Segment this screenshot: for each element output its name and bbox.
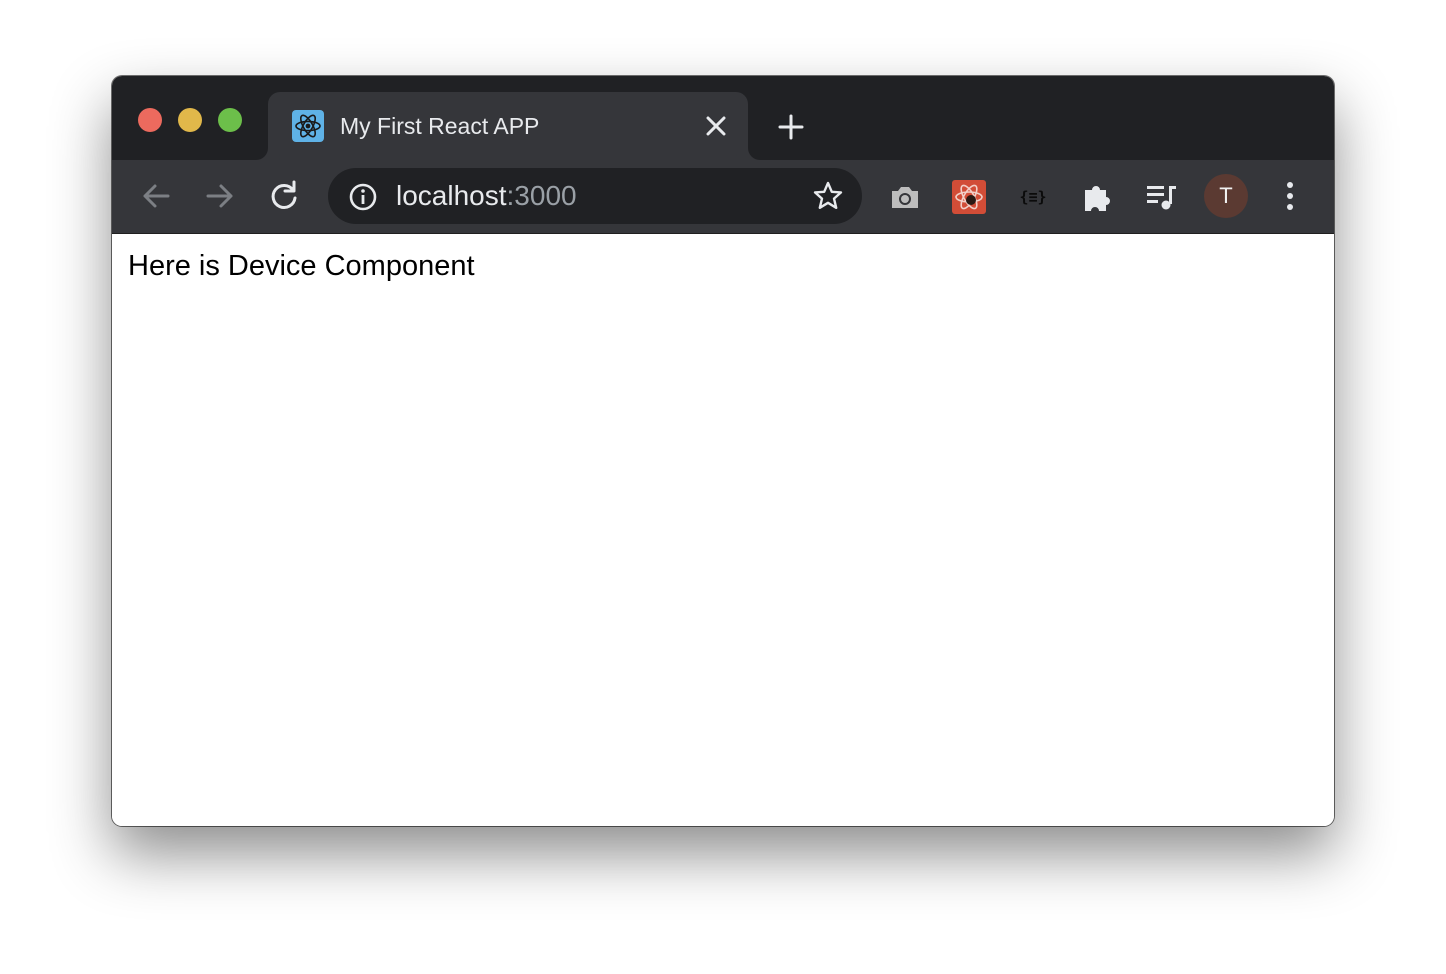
reload-icon[interactable]: [266, 178, 302, 214]
screen: My First React APP localhost:3000 {≡} T …: [0, 0, 1446, 974]
react-devtools-icon[interactable]: [952, 180, 986, 214]
close-icon[interactable]: [704, 114, 728, 138]
tab-active[interactable]: My First React APP: [268, 92, 748, 160]
puzzle-icon[interactable]: [1080, 180, 1114, 214]
arrow-left-icon[interactable]: [138, 178, 174, 214]
browser-window: My First React APP localhost:3000 {≡} T …: [112, 76, 1334, 826]
camera-icon[interactable]: [888, 180, 922, 214]
tab-strip: My First React APP: [112, 76, 1334, 160]
window-maximize-button[interactable]: [218, 108, 242, 132]
tab-title: My First React APP: [340, 113, 540, 139]
toolbar: localhost:3000 {≡} T: [112, 160, 1334, 234]
window-minimize-button[interactable]: [178, 108, 202, 132]
page-text: Here is Device Component: [128, 250, 475, 282]
json-formatter-icon[interactable]: {≡}: [1016, 180, 1050, 214]
url-text: localhost:3000: [396, 180, 577, 212]
window-close-button[interactable]: [138, 108, 162, 132]
media-playlist-icon[interactable]: [1144, 180, 1178, 214]
profile-avatar[interactable]: T: [1204, 174, 1248, 218]
info-icon[interactable]: [348, 182, 378, 212]
page-viewport: Here is Device Component: [112, 234, 1334, 826]
react-icon: [292, 110, 324, 142]
kebab-menu-icon[interactable]: [1272, 178, 1308, 214]
star-icon[interactable]: [812, 180, 844, 212]
arrow-right-icon[interactable]: [202, 178, 238, 214]
url-host: localhost: [396, 180, 507, 211]
address-bar[interactable]: localhost:3000: [328, 168, 862, 224]
url-port: :3000: [506, 180, 577, 211]
plus-icon[interactable]: [776, 112, 806, 142]
